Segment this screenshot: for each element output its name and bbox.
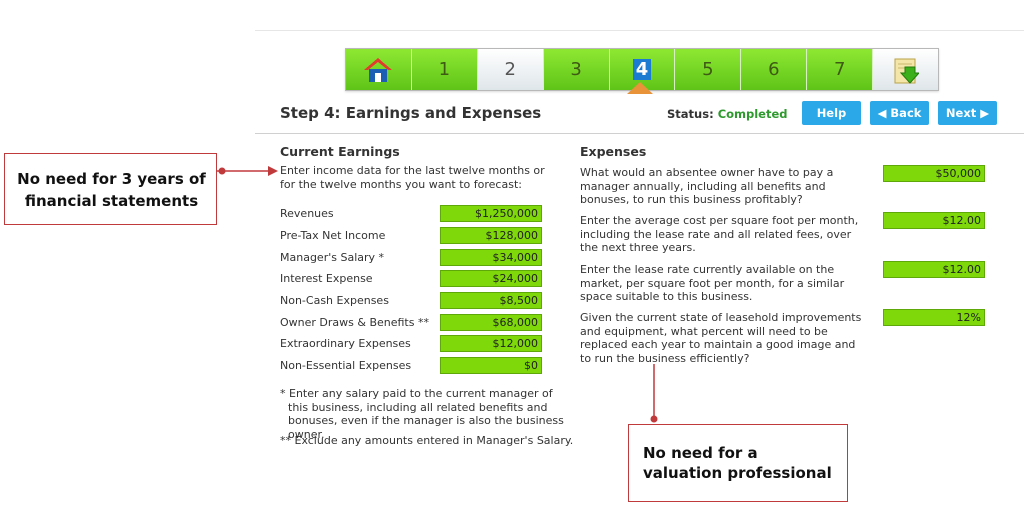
absentee-manager-cost-field[interactable]: $50,000	[883, 165, 985, 182]
page-title: Step 4: Earnings and Expenses	[280, 104, 542, 122]
back-button[interactable]: ◀ Back	[870, 101, 929, 125]
interest-expense-field[interactable]: $24,000	[440, 270, 542, 287]
back-label: Back	[890, 106, 922, 120]
help-button[interactable]: Help	[802, 101, 861, 125]
step-label: 7	[833, 59, 846, 80]
avg-cost-sqft-field[interactable]: $12.00	[883, 212, 985, 229]
status-value: Completed	[717, 107, 788, 121]
step-5[interactable]: 5	[675, 49, 742, 90]
expense-question: Given the current state of leasehold imp…	[580, 311, 862, 365]
step-1[interactable]: 1	[411, 49, 478, 90]
earnings-label: Non-Cash Expenses	[280, 294, 389, 307]
help-label: Help	[816, 106, 847, 120]
step-2[interactable]: 2	[477, 49, 544, 90]
manager-salary-field[interactable]: $34,000	[440, 249, 542, 266]
expense-question: Enter the average cost per square foot p…	[580, 214, 859, 254]
step-label: 4	[632, 59, 652, 80]
noncash-expenses-field[interactable]: $8,500	[440, 292, 542, 309]
earnings-label: Owner Draws & Benefits **	[280, 316, 429, 329]
home-icon	[364, 57, 393, 82]
expense-question: Enter the lease rate currently available…	[580, 263, 845, 303]
market-lease-rate-field[interactable]: $12.00	[883, 261, 985, 278]
chevron-right-icon: ▶	[980, 106, 990, 120]
earnings-label: Extraordinary Expenses	[280, 337, 411, 350]
nonessential-expenses-field[interactable]: $0	[440, 357, 542, 374]
step-7[interactable]: 7	[807, 49, 874, 90]
step-home[interactable]	[346, 49, 412, 90]
step-label: 3	[570, 59, 582, 80]
footnote-salary: * Enter any salary paid to the current m…	[280, 387, 564, 441]
status-label: Status:	[667, 107, 714, 121]
pretax-income-field[interactable]: $128,000	[440, 227, 542, 244]
earnings-label: Pre-Tax Net Income	[280, 229, 386, 242]
current-step-indicator	[627, 82, 653, 94]
step-label: 6	[768, 59, 780, 80]
annotation-bottom: No need for a valuation professional	[628, 424, 848, 502]
replacement-percent-field[interactable]: 12%	[883, 309, 985, 326]
status: Status: Completed	[667, 107, 788, 121]
step-download[interactable]	[873, 49, 939, 90]
footnote-exclude: ** Exclude any amounts entered in Manage…	[280, 434, 574, 447]
revenues-field[interactable]: $1,250,000	[440, 205, 542, 222]
annotation-bottom-text: No need for a valuation professional	[643, 444, 832, 482]
download-icon	[894, 58, 919, 84]
annotation-left-text: No need for 3 years of financial stateme…	[17, 170, 206, 210]
step-label: 5	[702, 59, 714, 80]
step-3[interactable]: 3	[543, 49, 610, 90]
next-label: Next	[945, 106, 977, 120]
annotation-left: No need for 3 years of financial stateme…	[4, 153, 217, 225]
earnings-label: Interest Expense	[280, 272, 373, 285]
earnings-intro: Enter income data for the last twelve mo…	[280, 164, 545, 191]
step-6[interactable]: 6	[741, 49, 808, 90]
step-label: 2	[504, 59, 516, 80]
earnings-label: Non-Essential Expenses	[280, 359, 412, 372]
callout-connector-left	[216, 166, 278, 176]
next-button[interactable]: Next ▶	[938, 101, 997, 125]
earnings-label: Manager's Salary *	[280, 251, 385, 264]
step-label: 1	[438, 59, 451, 80]
divider	[255, 133, 1024, 134]
earnings-heading: Current Earnings	[280, 144, 400, 159]
earnings-label: Revenues	[280, 207, 334, 220]
expenses-heading: Expenses	[580, 144, 647, 159]
owner-draws-field[interactable]: $68,000	[440, 314, 542, 331]
callout-connector-bottom	[650, 364, 658, 423]
expense-question: What would an absentee owner have to pay…	[580, 166, 834, 206]
extraordinary-expenses-field[interactable]: $12,000	[440, 335, 542, 352]
chevron-left-icon: ◀	[877, 106, 887, 120]
